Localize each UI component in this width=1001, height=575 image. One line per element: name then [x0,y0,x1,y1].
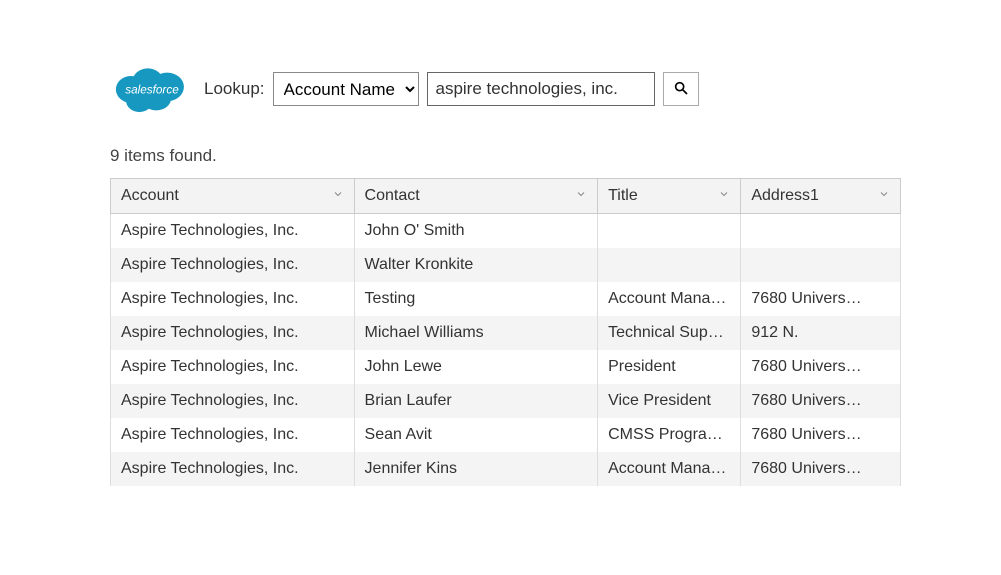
cell-title [598,248,741,282]
column-label: Account [121,187,179,204]
table-row[interactable]: Aspire Technologies, Inc.Walter Kronkite [111,248,901,282]
search-button[interactable] [663,72,699,106]
column-header-title[interactable]: Title [598,179,741,214]
cell-title: President [598,350,741,384]
cell-account: Aspire Technologies, Inc. [111,384,355,418]
column-header-address1[interactable]: Address1 [741,179,901,214]
cell-contact: Sean Avit [354,418,598,452]
column-label: Contact [365,187,420,204]
results-count: 9 items found. [110,146,901,166]
cell-account: Aspire Technologies, Inc. [111,452,355,486]
cell-contact: John O' Smith [354,214,598,249]
cell-account: Aspire Technologies, Inc. [111,282,355,316]
cell-title: Account Mana… [598,452,741,486]
chevron-down-icon [718,187,730,205]
column-label: Address1 [751,187,819,204]
cell-account: Aspire Technologies, Inc. [111,350,355,384]
lookup-search-input[interactable] [427,72,655,106]
cell-title: CMSS Progra… [598,418,741,452]
cell-title: Vice President [598,384,741,418]
cell-address1 [741,214,901,249]
cell-address1: 912 N. [741,316,901,350]
cell-account: Aspire Technologies, Inc. [111,418,355,452]
column-label: Title [608,187,638,204]
table-row[interactable]: Aspire Technologies, Inc.TestingAccount … [111,282,901,316]
cell-title: Technical Sup… [598,316,741,350]
table-row[interactable]: Aspire Technologies, Inc.Sean AvitCMSS P… [111,418,901,452]
table-row[interactable]: Aspire Technologies, Inc.Brian LauferVic… [111,384,901,418]
cell-address1: 7680 Univers… [741,418,901,452]
cell-contact: Testing [354,282,598,316]
cell-title: Account Mana… [598,282,741,316]
cell-contact: Walter Kronkite [354,248,598,282]
cell-account: Aspire Technologies, Inc. [111,316,355,350]
table-row[interactable]: Aspire Technologies, Inc.John O' Smith [111,214,901,249]
cell-account: Aspire Technologies, Inc. [111,248,355,282]
cell-contact: Michael Williams [354,316,598,350]
lookup-field-select[interactable]: Account Name [273,72,419,106]
results-table: Account Contact Title [110,178,901,486]
cell-address1: 7680 Univers… [741,452,901,486]
cell-address1: 7680 Univers… [741,350,901,384]
cell-title [598,214,741,249]
salesforce-logo-text: salesforce [125,84,179,97]
chevron-down-icon [878,187,890,205]
cell-address1: 7680 Univers… [741,282,901,316]
lookup-label: Lookup: [204,79,265,99]
lookup-header: salesforce Lookup: Account Name [110,60,901,118]
cell-address1: 7680 Univers… [741,384,901,418]
cell-contact: John Lewe [354,350,598,384]
cell-contact: Jennifer Kins [354,452,598,486]
cell-account: Aspire Technologies, Inc. [111,214,355,249]
cell-address1 [741,248,901,282]
column-header-contact[interactable]: Contact [354,179,598,214]
table-row[interactable]: Aspire Technologies, Inc.Michael William… [111,316,901,350]
table-row[interactable]: Aspire Technologies, Inc.Jennifer KinsAc… [111,452,901,486]
table-row[interactable]: Aspire Technologies, Inc.John LewePresid… [111,350,901,384]
column-header-account[interactable]: Account [111,179,355,214]
cell-contact: Brian Laufer [354,384,598,418]
chevron-down-icon [575,187,587,205]
chevron-down-icon [332,187,344,205]
search-icon [673,80,689,99]
salesforce-logo: salesforce [110,60,194,118]
